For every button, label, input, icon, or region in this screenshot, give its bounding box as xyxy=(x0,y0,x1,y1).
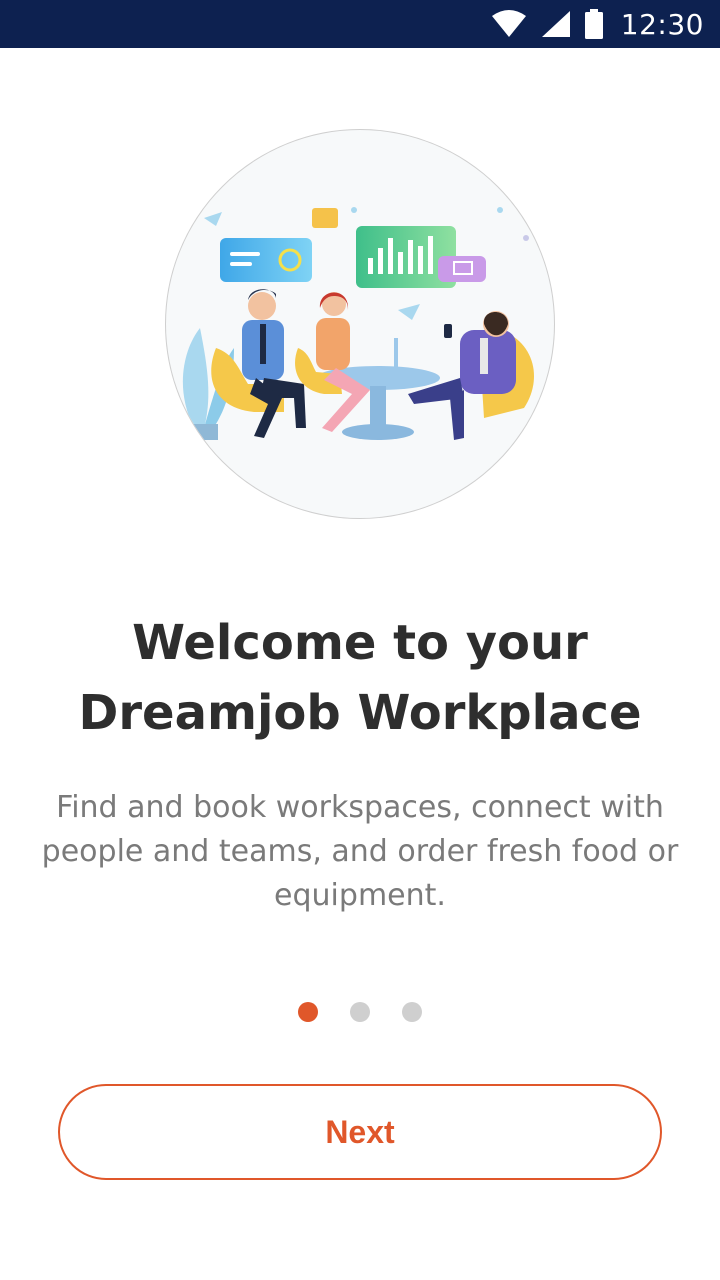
cellular-signal-icon xyxy=(541,11,570,37)
welcome-title-line-1: Welcome to your xyxy=(132,615,588,671)
team-meeting-illustration xyxy=(164,128,556,520)
onboarding-screen: 12:30 Welcome to your Dreamjob Workplace… xyxy=(0,0,720,1280)
page-dot-1[interactable] xyxy=(298,1002,318,1022)
battery-icon xyxy=(584,9,603,39)
status-time: 12:30 xyxy=(620,7,704,41)
page-dot-3[interactable] xyxy=(402,1002,422,1022)
page-dot-2[interactable] xyxy=(350,1002,370,1022)
status-bar: 12:30 xyxy=(0,0,720,48)
welcome-title-line-2: Dreamjob Workplace xyxy=(78,685,642,741)
page-indicator xyxy=(0,1002,720,1022)
welcome-title: Welcome to your Dreamjob Workplace xyxy=(40,608,680,748)
wifi-icon xyxy=(491,10,526,37)
next-button[interactable]: Next xyxy=(58,1084,662,1180)
welcome-description: Find and book workspaces, connect with p… xyxy=(41,790,679,913)
